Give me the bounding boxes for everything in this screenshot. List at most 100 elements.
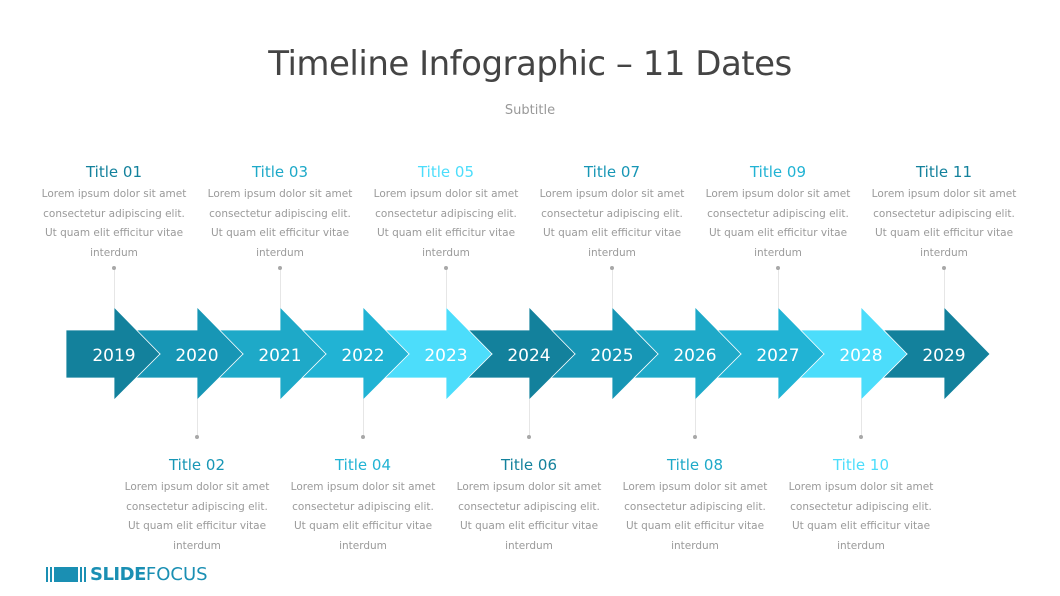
description-line: interdum <box>671 540 719 553</box>
connector-dot <box>527 435 531 439</box>
connector-dot <box>610 266 614 270</box>
connector-line <box>612 268 613 308</box>
description-line: Lorem ipsum dolor sit amet <box>124 481 270 493</box>
entry-title: Title 10 <box>832 456 889 474</box>
timeline-entry-11: Title 11 Lorem ipsum dolor sit amet consec… <box>869 163 1019 264</box>
description-line: Ut quam elit efficitur vitae <box>44 227 184 240</box>
description-line: interdum <box>173 540 221 553</box>
connector-line <box>197 399 198 437</box>
description-line: interdum <box>90 247 138 260</box>
connector-dot <box>278 266 282 270</box>
entry-title: Title 09 <box>749 163 806 181</box>
connector-line <box>446 268 447 308</box>
connector-dot <box>361 435 365 439</box>
description-line: Lorem ipsum dolor sit amet <box>41 188 187 200</box>
description-line: Ut quam elit efficitur vitae <box>874 227 1014 240</box>
connector-line <box>778 268 779 308</box>
year-label: 2029 <box>922 346 966 366</box>
description-line: interdum <box>588 247 636 260</box>
entry-title: Title 03 <box>251 163 308 181</box>
connector-line <box>363 399 364 437</box>
connector-dot <box>942 266 946 270</box>
entry-description: Lorem ipsum dolor sit amet consectetur ad… <box>703 185 853 264</box>
description-line: interdum <box>256 247 304 260</box>
entry-title: Title 01 <box>85 163 142 181</box>
connector-dot <box>444 266 448 270</box>
connector-dot <box>112 266 116 270</box>
entry-title: Title 05 <box>417 163 474 181</box>
description-line: Ut quam elit efficitur vitae <box>376 227 516 240</box>
connector-dot <box>693 435 697 439</box>
connector-line <box>695 399 696 437</box>
timeline-entry-2: Title 02 Lorem ipsum dolor sit amet consec… <box>122 456 272 557</box>
entry-title: Title 08 <box>666 456 723 474</box>
description-line: consectetur adipiscing elit. <box>707 207 849 220</box>
year-label: 2023 <box>424 346 468 366</box>
description-line: interdum <box>754 247 802 260</box>
entry-description: Lorem ipsum dolor sit amet consectetur ad… <box>205 185 355 264</box>
description-line: consectetur adipiscing elit. <box>209 207 351 220</box>
description-line: Lorem ipsum dolor sit amet <box>207 188 353 200</box>
description-line: Lorem ipsum dolor sit amet <box>788 481 934 493</box>
description-line: consectetur adipiscing elit. <box>375 207 517 220</box>
entry-title: Title 02 <box>168 456 225 474</box>
year-label: 2020 <box>175 346 219 366</box>
description-line: interdum <box>339 540 387 553</box>
description-line: Ut quam elit efficitur vitae <box>293 520 433 533</box>
connector-line <box>861 399 862 437</box>
description-line: interdum <box>837 540 885 553</box>
year-label: 2026 <box>673 346 717 366</box>
description-line: Lorem ipsum dolor sit amet <box>622 481 768 493</box>
timeline-entry-6: Title 06 Lorem ipsum dolor sit amet consec… <box>454 456 604 557</box>
year-label: 2019 <box>92 346 136 366</box>
connector-dot <box>859 435 863 439</box>
year-label: 2022 <box>341 346 385 366</box>
entry-description: Lorem ipsum dolor sit amet consectetur ad… <box>371 185 521 264</box>
entry-description: Lorem ipsum dolor sit amet consectetur ad… <box>39 185 189 264</box>
timeline-entry-5: Title 05 Lorem ipsum dolor sit amet consec… <box>371 163 521 264</box>
description-line: Lorem ipsum dolor sit amet <box>290 481 436 493</box>
description-line: consectetur adipiscing elit. <box>126 500 268 513</box>
logo-bars-icon <box>46 567 86 582</box>
year-label: 2024 <box>507 346 551 366</box>
connector-line <box>114 268 115 308</box>
timeline-entry-8: Title 08 Lorem ipsum dolor sit amet consec… <box>620 456 770 557</box>
year-label: 2025 <box>590 346 634 366</box>
year-label: 2027 <box>756 346 800 366</box>
connector-line <box>944 268 945 308</box>
entry-title: Title 07 <box>583 163 640 181</box>
timeline-entry-4: Title 04 Lorem ipsum dolor sit amet consec… <box>288 456 438 557</box>
description-line: Ut quam elit efficitur vitae <box>127 520 267 533</box>
description-line: Ut quam elit efficitur vitae <box>542 227 682 240</box>
description-line: Ut quam elit efficitur vitae <box>625 520 765 533</box>
description-line: consectetur adipiscing elit. <box>292 500 434 513</box>
description-line: Lorem ipsum dolor sit amet <box>705 188 851 200</box>
description-line: interdum <box>505 540 553 553</box>
timeline-entry-3: Title 03 Lorem ipsum dolor sit amet consec… <box>205 163 355 264</box>
description-line: interdum <box>422 247 470 260</box>
entry-description: Lorem ipsum dolor sit amet consectetur ad… <box>620 478 770 557</box>
timeline-entry-10: Title 10 Lorem ipsum dolor sit amet consec… <box>786 456 936 557</box>
description-line: Lorem ipsum dolor sit amet <box>871 188 1017 200</box>
entry-title: Title 11 <box>915 163 972 181</box>
timeline-entry-1: Title 01 Lorem ipsum dolor sit amet consec… <box>39 163 189 264</box>
description-line: Ut quam elit efficitur vitae <box>791 520 931 533</box>
description-line: Ut quam elit efficitur vitae <box>210 227 350 240</box>
description-line: Lorem ipsum dolor sit amet <box>373 188 519 200</box>
description-line: consectetur adipiscing elit. <box>43 207 185 220</box>
description-line: Lorem ipsum dolor sit amet <box>539 188 685 200</box>
connector-dot <box>776 266 780 270</box>
description-line: consectetur adipiscing elit. <box>873 207 1015 220</box>
entry-description: Lorem ipsum dolor sit amet consectetur ad… <box>288 478 438 557</box>
description-line: consectetur adipiscing elit. <box>790 500 932 513</box>
description-line: consectetur adipiscing elit. <box>624 500 766 513</box>
entry-description: Lorem ipsum dolor sit amet consectetur ad… <box>786 478 936 557</box>
description-line: Lorem ipsum dolor sit amet <box>456 481 602 493</box>
logo-text-bold: SLIDE <box>90 564 146 585</box>
entry-description: Lorem ipsum dolor sit amet consectetur ad… <box>869 185 1019 264</box>
logo-text-light: FOCUS <box>145 564 208 585</box>
timeline-entry-7: Title 07 Lorem ipsum dolor sit amet consec… <box>537 163 687 264</box>
description-line: consectetur adipiscing elit. <box>541 207 683 220</box>
entry-title: Title 04 <box>334 456 391 474</box>
description-line: Ut quam elit efficitur vitae <box>459 520 599 533</box>
